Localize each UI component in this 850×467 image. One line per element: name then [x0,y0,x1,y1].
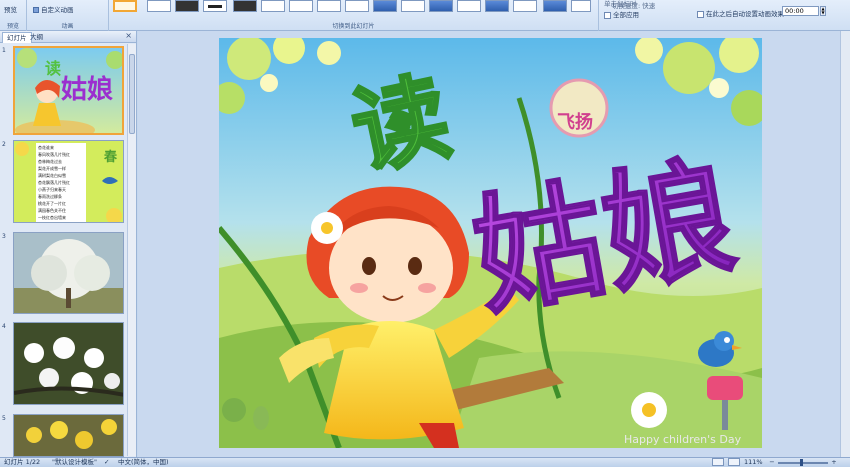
pane-scroll-thumb[interactable] [129,54,135,134]
apply-all-button[interactable]: 全部应用 [604,9,639,19]
sorter-view-button[interactable] [728,458,740,466]
status-bar: 幻灯片 1/22 "默认设计模板" ✓ 中文(简体，中国) 111% − + [0,457,850,467]
transition-zoom[interactable] [543,0,567,12]
preview-button[interactable]: 预览 [4,4,17,14]
slide-thumb-4[interactable] [13,322,124,405]
auto-after-option[interactable]: 在此之后自动设置动画效果: [697,8,786,18]
slide-thumb-5[interactable] [13,414,124,457]
slide-thumb-1-art: 姑娘 读 [15,48,122,133]
auto-after-label: 在此之后自动设置动画效果: [706,10,787,18]
slide-number-2: 2 [2,141,6,148]
poem-line: 一枝红杏出墙来 [38,215,66,220]
apply-all-label: 全部应用 [613,11,639,19]
transition-gallery-more[interactable] [571,0,591,12]
auto-after-time-input[interactable]: 00:00 [782,6,819,16]
thumb1-prefix: 读 [45,59,61,78]
watermark-text: Happy children's Day [624,433,742,446]
close-pane-icon[interactable]: × [125,31,132,40]
custom-animation-label: 自定义动画 [41,6,74,14]
transition-none[interactable] [113,0,137,12]
title-badge: 飞扬 [549,78,609,138]
group-label-transition: 切换到此幻灯片 [332,23,375,30]
slide-thumb-2[interactable]: 春 杏花谁来 春风吹落几片残红 杏林梅花过去 梨花开成雪一样 满树梨花白似雪 杏… [13,140,124,223]
zoom-level[interactable]: 111% [744,458,763,467]
poem-line: 杏花谁来 [38,145,54,150]
slide-number-3: 3 [2,233,6,240]
thumb2-title: 春 [103,149,118,165]
transition-reveal[interactable] [429,0,453,12]
spellcheck-icon[interactable]: ✓ [104,458,109,467]
normal-view-button[interactable] [712,458,724,466]
apply-all-icon [604,11,611,19]
zoom-slider[interactable] [778,462,828,464]
pane-tabs: 幻灯片 大纲 × [0,31,136,43]
zoom-in-button[interactable]: + [830,458,838,467]
slides-pane: 幻灯片 大纲 × 1 姑娘 读 2 春 杏花谁来 春风吹落几片残红 杏林梅花过去… [0,31,137,457]
zoom-slider-thumb[interactable] [800,459,803,466]
ribbon-group-animation: 自定义动画 动画 [27,0,109,31]
transition-more[interactable] [513,0,537,12]
custom-animation-icon [33,7,39,13]
ribbon: 预览 预览 自定义动画 动画 切换到此幻灯片 单击鼠标时 切换速度: 快速 全部… [0,0,850,31]
slide-number-5: 5 [2,415,6,422]
transition-cover[interactable] [401,0,425,12]
group-label-preview: 预览 [6,23,19,30]
transition-shape[interactable] [345,0,369,12]
time-spinner[interactable]: ▲ ▼ [820,6,826,16]
main-slide[interactable]: 读 姑娘 飞扬 Happy children's Day [219,38,762,448]
slide-thumb-5-art [14,415,123,456]
poem-line: 梨花开成雪一样 [38,166,66,171]
language-status: 中文(简体，中国) [118,458,169,466]
poem-line: 杏林梅花过去 [38,159,62,164]
slide-thumb-3-art [14,233,123,313]
slide-number-1: 1 [2,47,6,54]
transition-fade[interactable] [147,0,171,12]
slide-number-4: 4 [2,323,6,330]
transition-stripes[interactable] [457,0,481,12]
theme-status: "默认设计模板" [52,458,97,466]
poem-line: 桃花开了一片红 [38,201,66,206]
poem-line: 杏花飘落几片残红 [38,180,70,185]
slide-count-status: 幻灯片 1/22 [4,458,41,466]
main-slide-art: 读 姑娘 飞扬 Happy children's Day [219,38,762,448]
poem-line: 春雨洗过柳条 [38,194,62,199]
transition-cut-black[interactable] [233,0,257,12]
editor-scrollbar[interactable] [840,31,850,457]
group-label-animation: 动画 [61,23,74,30]
transition-random[interactable] [485,0,509,12]
tab-outline[interactable]: 大纲 [26,32,47,43]
slide-thumb-4-art [14,323,123,404]
poem-line: 满树梨花白似雪 [38,173,66,178]
custom-animation-button[interactable]: 自定义动画 [33,4,74,14]
transition-black[interactable] [175,0,199,12]
daisy-icon [631,392,667,428]
transition-cut[interactable] [203,0,227,12]
badge-text: 飞扬 [557,111,593,133]
transition-wipe[interactable] [289,0,313,12]
transition-split[interactable] [317,0,341,12]
auto-after-checkbox[interactable] [697,10,704,18]
slide-thumb-1[interactable]: 姑娘 读 [13,46,124,135]
poem-line: 小燕子归来春天 [38,187,66,192]
ribbon-group-preview: 预览 预览 [0,0,27,31]
poem-line: 春风吹落几片残红 [38,152,70,157]
thumb1-title: 姑娘 [61,74,113,105]
slide-thumb-3[interactable] [13,232,124,314]
zoom-out-button[interactable]: − [768,458,776,467]
poem-line: 满园春色关不住 [38,208,66,213]
transition-push[interactable] [373,0,397,12]
ribbon-group-transition: 切换到此幻灯片 [109,0,599,31]
pane-scrollbar[interactable] [127,44,136,456]
transition-dissolve[interactable] [261,0,285,12]
thumb2-poem: 杏花谁来 春风吹落几片残红 杏林梅花过去 梨花开成雪一样 满树梨花白似雪 杏花飘… [38,144,84,221]
